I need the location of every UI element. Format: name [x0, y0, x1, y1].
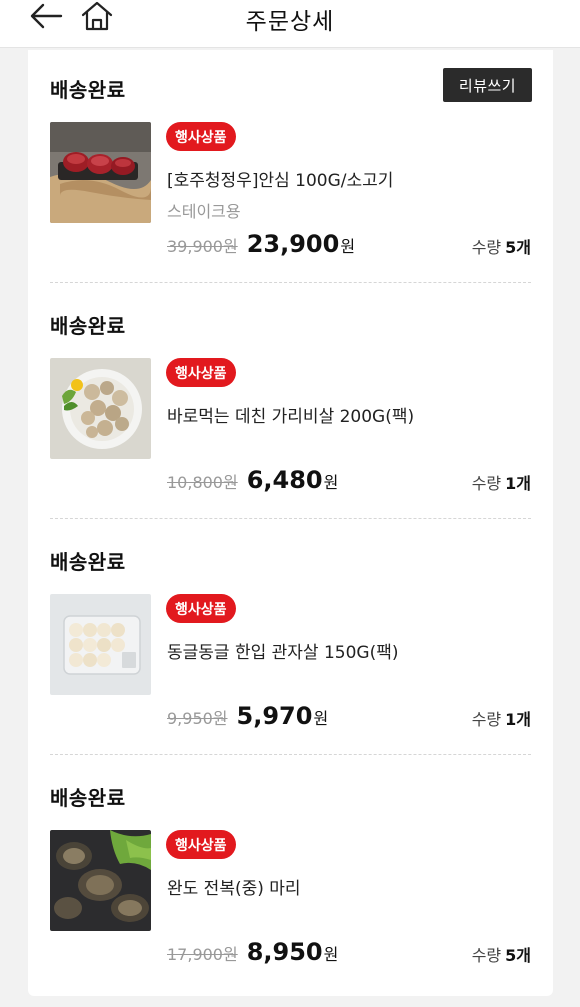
product-option: 스테이크용: [167, 202, 241, 221]
sale-price: 8,950: [246, 938, 323, 966]
order-item: 배송완료 행사상품 완도 전복(중) 마리 17,900원 8,950 원 수량…: [28, 758, 553, 994]
quantity-label: 수량: [471, 710, 502, 729]
product-name[interactable]: [호주청정우]안심 100G/소고기: [167, 166, 393, 191]
price-row: 17,900원 8,950 원: [167, 938, 338, 966]
price-row: 9,950원 5,970 원: [167, 702, 328, 730]
delivery-status: 배송완료: [50, 786, 126, 810]
product-image-scallop[interactable]: [50, 358, 151, 459]
currency-unit: 원: [323, 473, 339, 492]
event-product-badge: 행사상품: [166, 830, 236, 859]
delivery-status: 배송완료: [50, 314, 126, 338]
product-name[interactable]: 동글동글 한입 관자살 150G(팩): [167, 638, 399, 663]
price-row: 10,800원 6,480 원: [167, 466, 338, 494]
order-item: 배송완료 리뷰쓰기 행사상품 [호주청정우]안심 100G/소고기 스테이크용 …: [28, 50, 553, 286]
quantity-value: 1개: [505, 710, 531, 729]
product-image-beef[interactable]: [50, 122, 151, 223]
divider: [50, 754, 531, 755]
event-product-badge: 행사상품: [166, 122, 236, 151]
product-name[interactable]: 완도 전복(중) 마리: [167, 874, 301, 899]
quantity-label: 수량: [471, 238, 502, 257]
quantity: 수량 1개: [472, 706, 531, 730]
quantity-label: 수량: [471, 474, 502, 493]
original-price: 10,800원: [167, 473, 238, 492]
quantity-value: 5개: [505, 946, 531, 965]
sale-price: 5,970: [236, 702, 313, 730]
quantity-value: 5개: [505, 238, 531, 257]
order-items-card: 배송완료 리뷰쓰기 행사상품 [호주청정우]안심 100G/소고기 스테이크용 …: [28, 50, 553, 996]
sale-price: 23,900: [246, 230, 340, 258]
price-row: 39,900원 23,900 원: [167, 230, 355, 258]
quantity-label: 수량: [471, 946, 502, 965]
sale-price: 6,480: [246, 466, 323, 494]
delivery-status: 배송완료: [50, 78, 126, 102]
event-product-badge: 행사상품: [166, 358, 236, 387]
original-price: 9,950원: [167, 709, 228, 728]
app-header: 주문상세: [0, 0, 580, 48]
original-price: 39,900원: [167, 237, 238, 256]
original-price: 17,900원: [167, 945, 238, 964]
event-product-badge: 행사상품: [166, 594, 236, 623]
delivery-status: 배송완료: [50, 550, 126, 574]
currency-unit: 원: [323, 945, 339, 964]
quantity: 수량 5개: [472, 234, 531, 258]
quantity-value: 1개: [505, 474, 531, 493]
quantity: 수량 1개: [472, 470, 531, 494]
divider: [50, 282, 531, 283]
order-item: 배송완료 행사상품 바로먹는 데친 가리비살 200G(팩) 10,800원 6…: [28, 286, 553, 522]
page-title: 주문상세: [245, 9, 335, 35]
currency-unit: 원: [340, 237, 356, 256]
quantity: 수량 5개: [472, 942, 531, 966]
currency-unit: 원: [313, 709, 329, 728]
write-review-button[interactable]: 리뷰쓰기: [443, 68, 532, 102]
product-image-abalone[interactable]: [50, 830, 151, 931]
divider: [50, 518, 531, 519]
product-name[interactable]: 바로먹는 데친 가리비살 200G(팩): [167, 402, 414, 427]
product-image-scallop-meat[interactable]: [50, 594, 151, 695]
order-item: 배송완료 행사상품 동글동글 한입 관자살 150G(팩) 9,950원 5,9…: [28, 522, 553, 758]
